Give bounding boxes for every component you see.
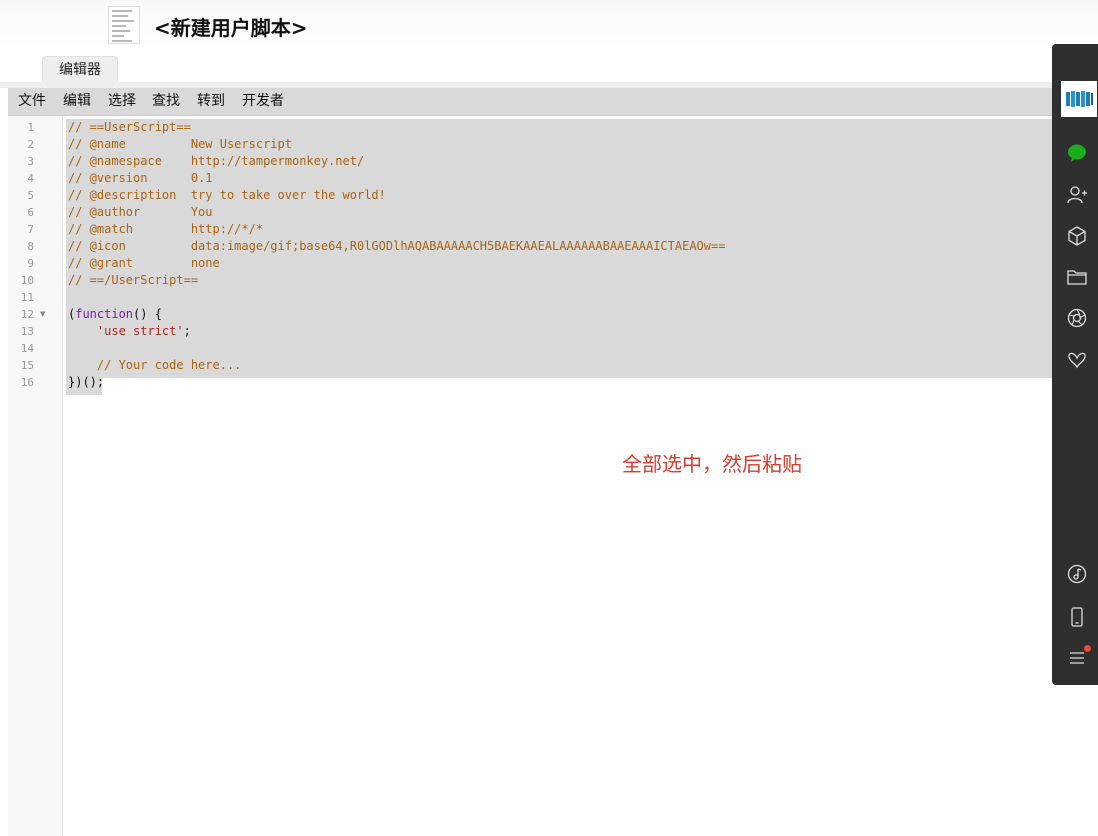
code-line: 'use strict'; [68, 323, 191, 340]
cube-icon[interactable] [1066, 225, 1088, 247]
tab-editor[interactable]: 编辑器 [42, 56, 118, 82]
code-line: // @icon data:image/gif;base64,R0lGODlhA… [68, 239, 726, 253]
aperture-icon[interactable] [1066, 307, 1088, 329]
editor-menubar: 文件 编辑 选择 查找 转到 开发者 [8, 88, 1060, 116]
code-line: (function() { [68, 306, 162, 323]
menu-edit[interactable]: 编辑 [63, 88, 91, 115]
user-add-icon[interactable] [1066, 184, 1088, 206]
code-line: // @author You [68, 205, 213, 219]
code-line: })(); [68, 375, 105, 389]
code-line: // ==UserScript== [68, 120, 191, 134]
code-line: // Your code here... [68, 358, 242, 372]
butterfly-icon[interactable] [1066, 350, 1088, 372]
line-number: 12 [20, 308, 34, 321]
notification-dot [1084, 645, 1091, 652]
code-token: () { [133, 307, 162, 321]
line-number: 13 [20, 325, 34, 338]
menu-find[interactable]: 查找 [152, 88, 180, 115]
line-number: 11 [20, 291, 34, 304]
page-title: <新建用户脚本> [154, 16, 308, 40]
line-gutter: 1 2 3 4 5 6 7 8 9 10 11 12 13 14 15 16 ▼ [8, 116, 63, 836]
line-number: 2 [27, 138, 34, 151]
music-note-icon[interactable] [1066, 563, 1088, 585]
code-string: 'use strict' [96, 324, 184, 338]
line-number: 16 [20, 376, 34, 389]
code-line: // @namespace http://tampermonkey.net/ [68, 154, 365, 168]
code-line: // @match http://*/* [68, 222, 264, 236]
instruction-annotation: 全部选中，然后粘贴 [622, 452, 802, 476]
line-number: 8 [27, 240, 34, 253]
code-line: // ==/UserScript== [68, 273, 199, 287]
chat-icon[interactable] [1066, 142, 1088, 164]
line-number: 5 [27, 189, 34, 202]
line-number: 15 [20, 359, 34, 372]
line-number: 6 [27, 206, 34, 219]
phone-icon[interactable] [1066, 606, 1088, 628]
line-number: 1 [27, 121, 34, 134]
menu-goto[interactable]: 转到 [197, 88, 225, 115]
right-sidebar [1052, 44, 1098, 685]
line-number: 7 [27, 223, 34, 236]
line-number: 3 [27, 155, 34, 168]
tab-bar: 编辑器 [0, 46, 1060, 82]
menu-selection[interactable]: 选择 [108, 88, 136, 115]
code-keyword: function [75, 307, 134, 321]
code-line: // @grant none [68, 256, 220, 270]
code-line: // @name New Userscript [68, 137, 292, 151]
code-editor[interactable]: 1 2 3 4 5 6 7 8 9 10 11 12 13 14 15 16 ▼… [8, 116, 1052, 836]
menu-file[interactable]: 文件 [18, 88, 46, 115]
menu-developer[interactable]: 开发者 [242, 88, 284, 115]
script-thumbnail-icon [108, 6, 140, 44]
code-line: // @description try to take over the wor… [68, 188, 386, 202]
fold-toggle-icon[interactable]: ▼ [40, 306, 45, 323]
line-number: 9 [27, 257, 34, 270]
code-area[interactable]: // ==UserScript== // @name New Userscrip… [66, 116, 1052, 836]
app-header: <新建用户脚本> [0, 0, 1098, 50]
line-number: 4 [27, 172, 34, 185]
line-number: 14 [20, 342, 34, 355]
folder-icon[interactable] [1066, 266, 1088, 288]
code-token: ; [183, 324, 191, 338]
code-line: // @version 0.1 [68, 171, 213, 185]
line-number: 10 [20, 274, 34, 287]
book-logo-icon[interactable] [1061, 81, 1097, 117]
